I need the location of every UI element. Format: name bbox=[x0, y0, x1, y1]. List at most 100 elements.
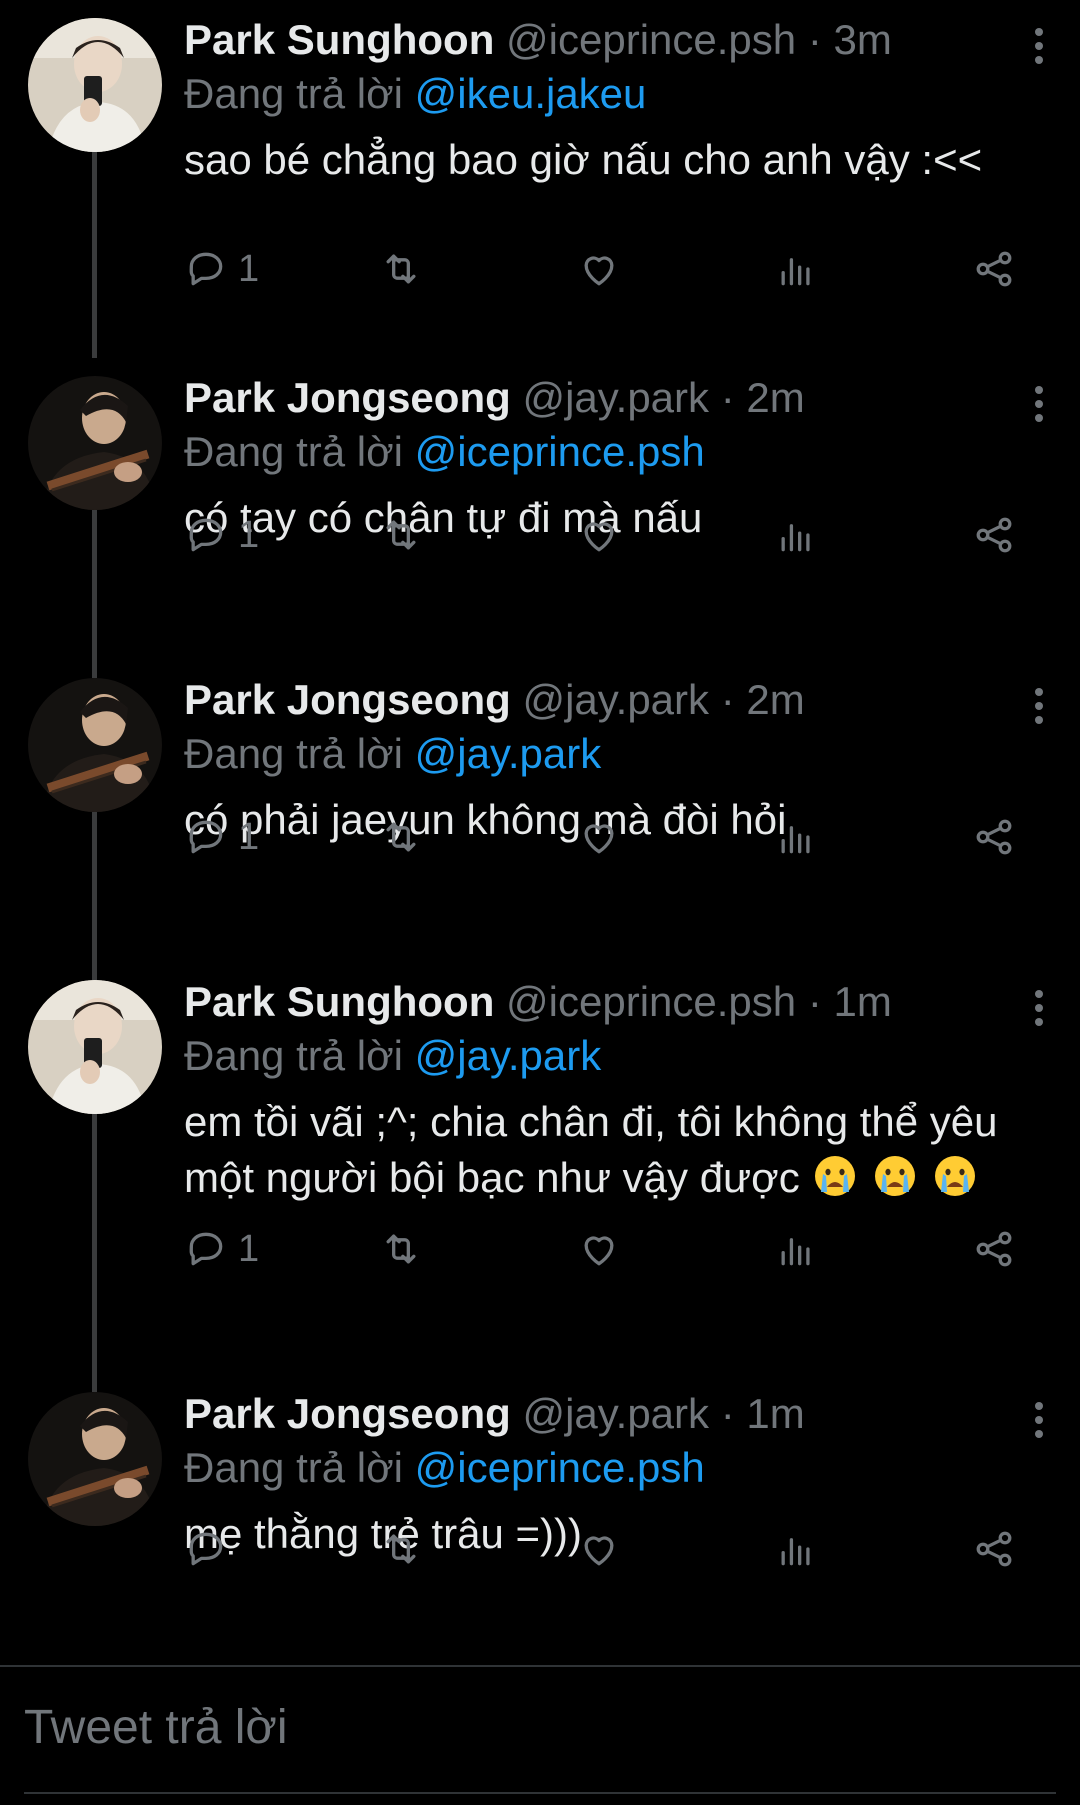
like-button[interactable] bbox=[577, 244, 621, 294]
timestamp[interactable]: · 2m bbox=[721, 676, 805, 723]
share-button[interactable] bbox=[972, 244, 1016, 294]
avatar[interactable] bbox=[28, 18, 162, 152]
author-name[interactable]: Park Jongseong bbox=[184, 676, 511, 723]
retweet-button[interactable] bbox=[379, 1524, 423, 1574]
retweet-icon bbox=[386, 1534, 416, 1564]
replying-to-handle[interactable]: @iceprince.psh bbox=[415, 428, 705, 475]
reply-count: 1 bbox=[238, 815, 260, 858]
thread-line bbox=[92, 510, 97, 658]
retweet-button[interactable] bbox=[379, 244, 423, 294]
thread-line bbox=[92, 658, 97, 678]
avatar[interactable] bbox=[28, 980, 162, 1114]
views-button[interactable] bbox=[774, 812, 818, 862]
timestamp[interactable]: · 3m bbox=[808, 16, 892, 63]
more-options-icon[interactable] bbox=[1032, 386, 1046, 430]
retweet-button[interactable] bbox=[379, 1224, 423, 1274]
timestamp[interactable]: · 2m bbox=[721, 374, 805, 421]
reply-compose-input[interactable]: Tweet trả lời bbox=[24, 1700, 288, 1755]
author-name[interactable]: Park Sunghoon bbox=[184, 16, 494, 63]
avatar[interactable] bbox=[28, 678, 162, 812]
views-icon bbox=[781, 1238, 810, 1266]
author-handle[interactable]: @jay.park bbox=[522, 1390, 709, 1437]
timestamp[interactable]: · 1m bbox=[721, 1390, 805, 1437]
more-options-icon[interactable] bbox=[1032, 990, 1046, 1034]
more-options-icon[interactable] bbox=[1032, 28, 1046, 72]
timestamp[interactable]: · 1m bbox=[808, 978, 892, 1025]
tweet[interactable]: Park Sunghoon @iceprince.psh · 3m Đang t… bbox=[0, 0, 1080, 320]
share-button[interactable] bbox=[972, 812, 1016, 862]
retweet-icon bbox=[386, 1234, 416, 1264]
author-handle[interactable]: @jay.park bbox=[522, 676, 709, 723]
author-handle[interactable]: @iceprince.psh bbox=[506, 978, 796, 1025]
reply-thread: Park Sunghoon @iceprince.psh · 3m Đang t… bbox=[0, 0, 1080, 1665]
tweet[interactable]: Park Sunghoon @iceprince.psh · 1m Đang t… bbox=[0, 960, 1080, 1372]
author-name[interactable]: Park Jongseong bbox=[184, 374, 511, 421]
views-icon bbox=[781, 826, 810, 854]
like-button[interactable] bbox=[577, 812, 621, 862]
replying-to-label: Đang trả lời bbox=[184, 428, 403, 475]
views-button[interactable] bbox=[774, 510, 818, 560]
crying-face-icon bbox=[875, 1156, 916, 1196]
share-icon bbox=[976, 1531, 1012, 1567]
replying-to: Đang trả lời @iceprince.psh bbox=[184, 424, 1040, 480]
reply-count: 1 bbox=[238, 513, 260, 556]
thread-line bbox=[92, 320, 97, 358]
like-button[interactable] bbox=[577, 510, 621, 560]
reply-icon bbox=[189, 1232, 223, 1266]
share-button[interactable] bbox=[972, 1524, 1016, 1574]
replying-to: Đang trả lời @jay.park bbox=[184, 1028, 1040, 1084]
retweet-button[interactable] bbox=[379, 812, 423, 862]
tweet[interactable]: Park Jongseong @jay.park · 2m Đang trả l… bbox=[0, 658, 1080, 960]
tweet-text: sao bé chẳng bao giờ nấu cho anh vậy :<< bbox=[184, 136, 983, 183]
author-handle[interactable]: @iceprince.psh bbox=[506, 16, 796, 63]
views-icon bbox=[781, 1538, 810, 1566]
avatar[interactable] bbox=[28, 1392, 162, 1526]
avatar[interactable] bbox=[28, 376, 162, 510]
like-button[interactable] bbox=[577, 1524, 621, 1574]
retweet-icon bbox=[386, 254, 416, 284]
heart-icon bbox=[584, 824, 614, 854]
tweet-header: Park Jongseong @jay.park · 2m bbox=[184, 372, 1040, 424]
replying-to-label: Đang trả lời bbox=[184, 730, 403, 777]
views-icon bbox=[781, 524, 810, 552]
views-button[interactable] bbox=[774, 1224, 818, 1274]
tweet-header: Park Sunghoon @iceprince.psh · 1m bbox=[184, 976, 1040, 1028]
reply-button[interactable]: 1 bbox=[184, 1224, 259, 1274]
retweet-button[interactable] bbox=[379, 510, 423, 560]
reply-button[interactable] bbox=[184, 1524, 238, 1574]
views-button[interactable] bbox=[774, 244, 818, 294]
replying-to-handle[interactable]: @ikeu.jakeu bbox=[415, 70, 647, 117]
share-button[interactable] bbox=[972, 510, 1016, 560]
tweet-text: em tồi vãi ;^; chia chân đi, tôi không t… bbox=[184, 1094, 1044, 1206]
share-button[interactable] bbox=[972, 1224, 1016, 1274]
thread-line bbox=[92, 1114, 97, 1372]
reply-button[interactable]: 1 bbox=[184, 812, 259, 862]
reply-icon bbox=[189, 252, 223, 286]
like-button[interactable] bbox=[577, 1224, 621, 1274]
thread-line bbox=[92, 152, 97, 320]
replying-to-handle[interactable]: @iceprince.psh bbox=[415, 1444, 705, 1491]
more-options-icon[interactable] bbox=[1032, 688, 1046, 732]
views-button[interactable] bbox=[774, 1524, 818, 1574]
retweet-icon bbox=[386, 520, 416, 550]
author-name[interactable]: Park Jongseong bbox=[184, 1390, 511, 1437]
replying-to-handle[interactable]: @jay.park bbox=[415, 1032, 602, 1079]
tweet-header: Park Sunghoon @iceprince.psh · 3m bbox=[184, 14, 1040, 66]
heart-icon bbox=[584, 522, 614, 552]
share-icon bbox=[976, 251, 1012, 287]
replying-to-label: Đang trả lời bbox=[184, 70, 403, 117]
action-bar: 1 bbox=[184, 1224, 1024, 1274]
reply-button[interactable]: 1 bbox=[184, 244, 259, 294]
tweet[interactable]: Park Jongseong @jay.park · 2m Đang trả l… bbox=[0, 320, 1080, 658]
author-name[interactable]: Park Sunghoon bbox=[184, 978, 494, 1025]
author-handle[interactable]: @jay.park bbox=[522, 374, 709, 421]
thread-line bbox=[92, 1372, 97, 1392]
replying-to-handle[interactable]: @jay.park bbox=[415, 730, 602, 777]
reply-icon bbox=[189, 820, 223, 854]
tweet[interactable]: Park Jongseong @jay.park · 1m Đang trả l… bbox=[0, 1372, 1080, 1664]
reply-button[interactable]: 1 bbox=[184, 510, 259, 560]
heart-icon bbox=[584, 1536, 614, 1566]
retweet-icon bbox=[386, 822, 416, 852]
replying-to-label: Đang trả lời bbox=[184, 1032, 403, 1079]
more-options-icon[interactable] bbox=[1032, 1402, 1046, 1446]
